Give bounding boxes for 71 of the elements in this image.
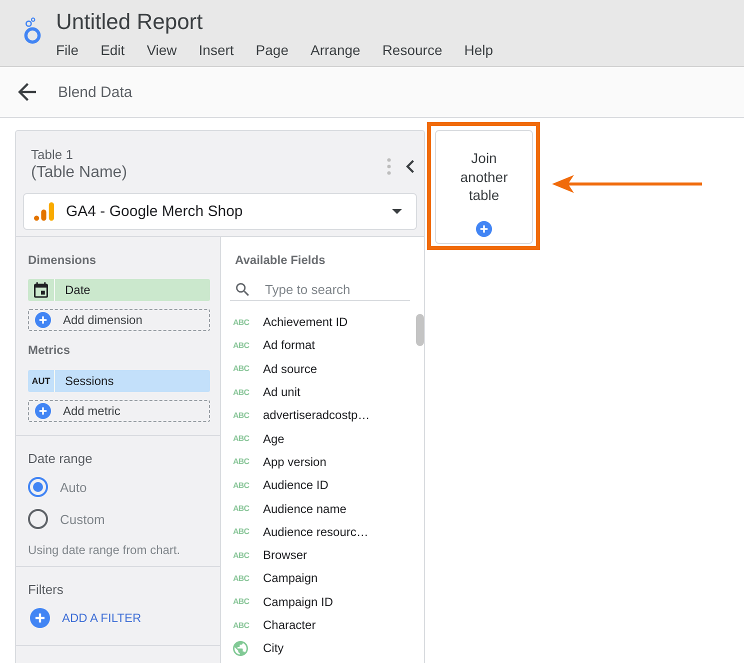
field-item[interactable]: ABC Browser (221, 543, 416, 567)
report-title: Untitled Report (56, 8, 204, 36)
section-label: Date range (28, 451, 94, 467)
field-item[interactable]: ABC Campaign (221, 566, 416, 590)
data-type-label: ABC (233, 388, 250, 397)
globe-icon (233, 640, 248, 656)
search-icon (236, 283, 249, 296)
caret-icon (392, 209, 402, 214)
menu-item[interactable]: Arrange (310, 40, 360, 60)
calendar-icon (34, 282, 48, 298)
metric-chip[interactable]: AUT Sessions (28, 370, 210, 392)
plus-icon (30, 608, 50, 628)
chevron-left-icon[interactable] (406, 160, 414, 173)
plus-icon (35, 403, 51, 419)
field-item[interactable]: ABC Audience ID (221, 474, 416, 497)
field-item[interactable]: ABC App version (221, 450, 416, 474)
bar-chart-icon (34, 202, 54, 221)
data-type-label: ABC (233, 434, 250, 444)
field-item[interactable]: ABC Campaign ID (221, 590, 416, 614)
field-item[interactable]: ABC Ad source (221, 357, 416, 380)
section-label: Filters (28, 582, 64, 598)
logo-icon (24, 17, 41, 44)
add-filter-button[interactable]: ADD A FILTER (28, 606, 142, 630)
date-range-note: Using date range from chart. (28, 542, 182, 558)
search-field[interactable]: Type to search (230, 278, 410, 301)
radio-icon[interactable] (28, 477, 48, 497)
menu-item[interactable]: File (56, 40, 79, 60)
data-type-label: ABC (233, 574, 250, 583)
data-type-label: ABC (233, 457, 250, 466)
menu-item[interactable]: View (146, 40, 177, 60)
field-item[interactable]: ABC Ad format (221, 334, 416, 358)
menu-item[interactable]: Edit (100, 40, 125, 60)
table-label: Table 1 (31, 146, 74, 163)
menu-item[interactable]: Insert (198, 40, 234, 60)
section-label: Metrics (28, 342, 72, 358)
field-item[interactable]: ABC Achievement ID (221, 310, 416, 334)
field-item[interactable]: ABC advertiseradcostp… (221, 404, 416, 427)
data-type-label: ABC (233, 527, 250, 536)
data-type-label: ABC (233, 318, 250, 327)
data-type-label: ABC (233, 340, 250, 350)
plus-icon (476, 221, 492, 237)
back-arrow-icon[interactable] (18, 83, 36, 101)
section-label: Available Fields (235, 252, 326, 268)
section-label: Dimensions (28, 252, 98, 268)
page-title: Blend Data (58, 84, 132, 100)
menu-item[interactable]: Page (256, 40, 288, 60)
menu-item[interactable]: Resource (382, 40, 442, 60)
add-dimension-button[interactable]: Add dimension (28, 309, 210, 331)
data-type-label: ABC (233, 620, 250, 630)
plus-icon (35, 312, 51, 328)
data-type-label: ABC (233, 504, 250, 514)
data-type-label: ABC (233, 550, 250, 560)
aggregation-label: AUT (32, 376, 50, 386)
scrollbar (416, 314, 424, 346)
field-item[interactable]: ABC Audience name (221, 496, 416, 520)
data-type-label: ABC (233, 410, 250, 420)
field-item[interactable]: ABC Audience resourc… (221, 520, 416, 544)
radio-icon[interactable] (28, 509, 48, 529)
add-metric-button[interactable]: Add metric (28, 400, 210, 422)
join-table-card[interactable]: Join another table (435, 130, 533, 244)
field-item[interactable]: ABC Age (221, 426, 416, 450)
table-name[interactable]: (Table Name) (31, 163, 128, 183)
field-item[interactable]: ABC Character (221, 613, 416, 637)
data-type-label: ABC (233, 597, 250, 606)
field-item[interactable]: City (221, 636, 416, 660)
dimension-chip[interactable]: Date (28, 279, 210, 301)
data-source-dropdown[interactable]: GA4 - Google Merch Shop (23, 193, 417, 230)
data-type-label: ABC (233, 364, 250, 374)
menu-item[interactable]: Help (464, 40, 494, 60)
data-type-label: ABC (233, 480, 250, 490)
field-item[interactable]: ABC Ad unit (221, 380, 416, 404)
